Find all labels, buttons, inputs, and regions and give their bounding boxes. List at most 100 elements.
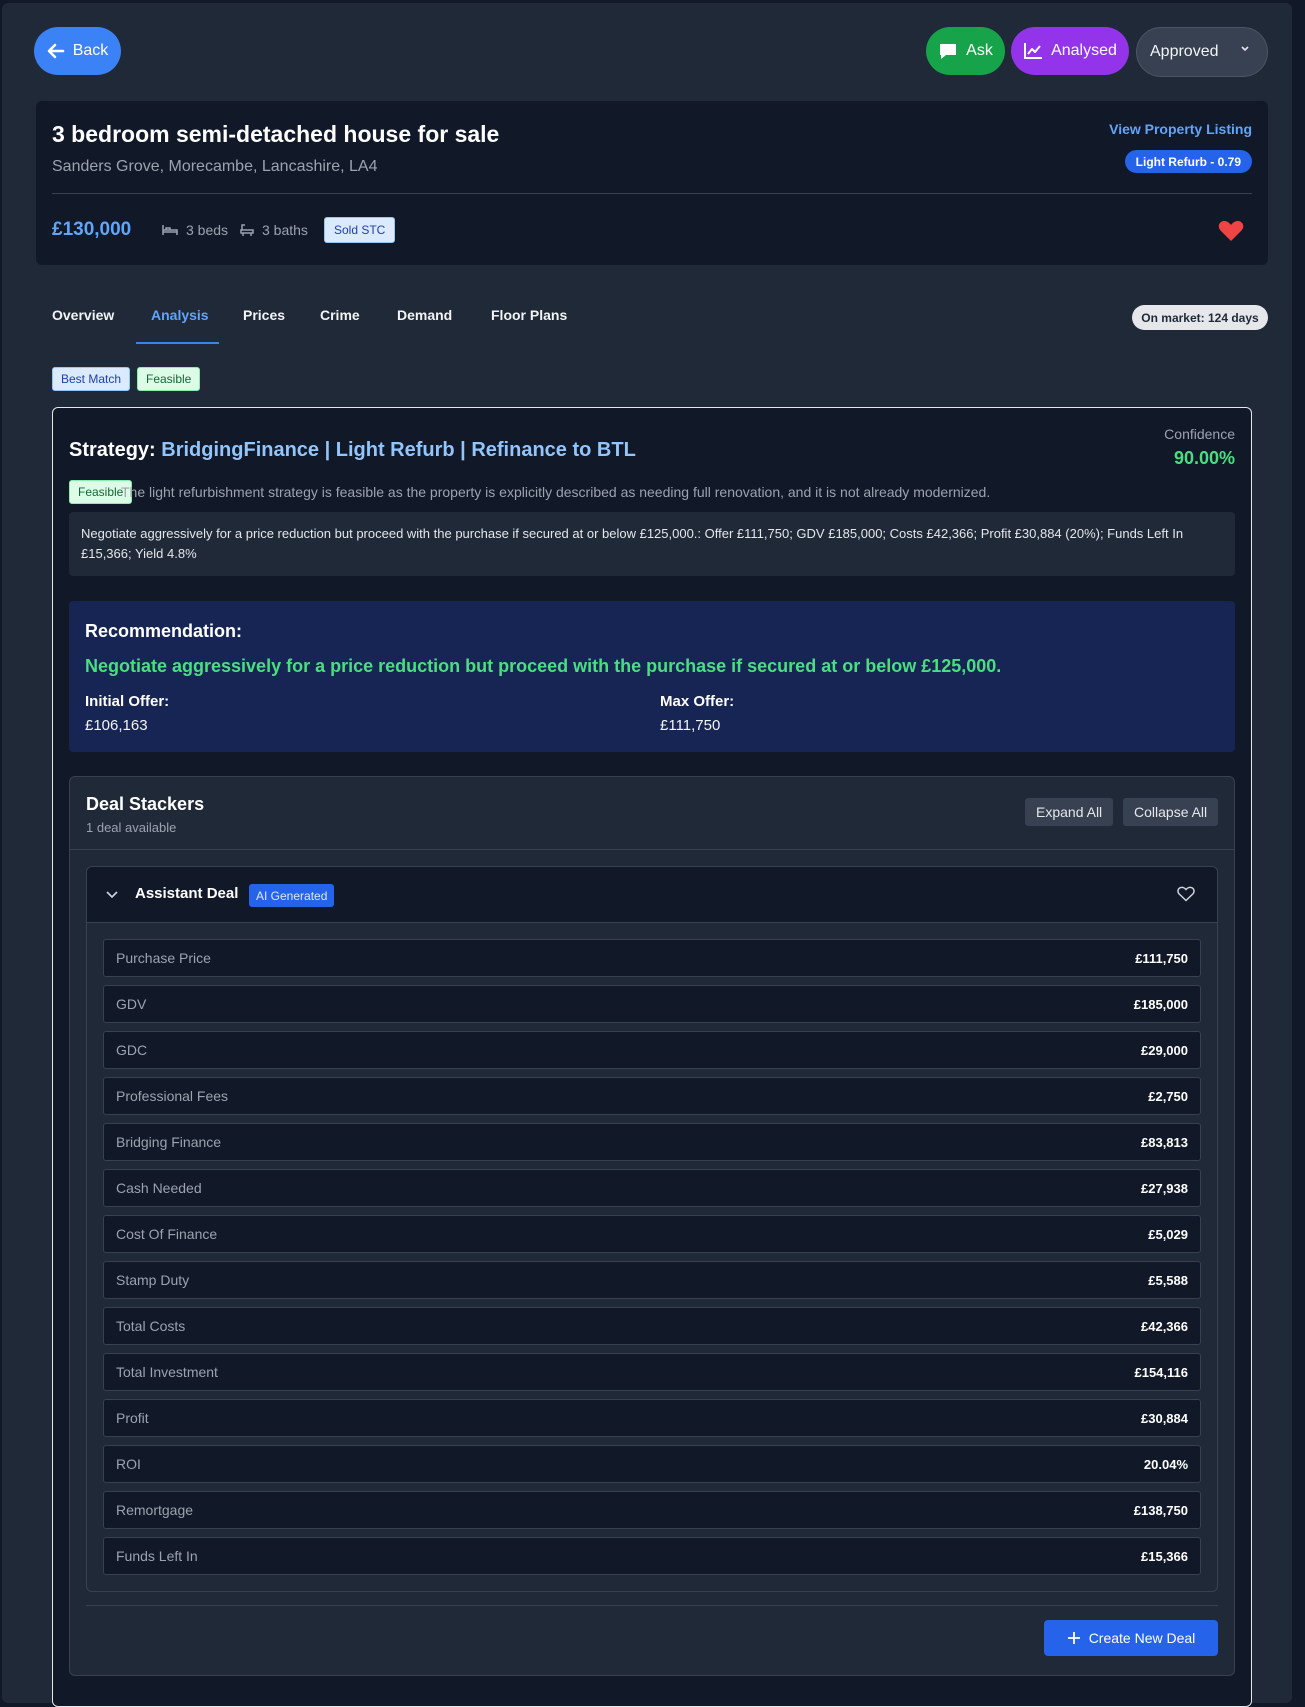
max-offer-label: Max Offer: <box>660 693 735 710</box>
deal-row: GDV £185,000 <box>103 985 1201 1023</box>
chat-bubble-icon <box>940 44 957 59</box>
deal-row-value: £29,000 <box>1141 1042 1188 1058</box>
deal-row: Purchase Price £111,750 <box>103 939 1201 977</box>
deal-row-value: £138,750 <box>1133 1502 1188 1518</box>
deal-stackers-card: Deal Stackers 1 deal available Expand Al… <box>69 776 1235 1676</box>
recommendation-box: Recommendation: Negotiate aggressively f… <box>69 601 1235 752</box>
deal-row-label: Purchase Price <box>116 950 211 966</box>
tab-floor-plans[interactable]: Floor Plans <box>491 307 567 323</box>
deal-row-value: £154,116 <box>1134 1364 1188 1380</box>
deal-row: Professional Fees £2,750 <box>103 1077 1201 1115</box>
deal-row-value: £111,750 <box>1135 950 1188 966</box>
recommendation-text: Negotiate aggressively for a price reduc… <box>85 656 1002 676</box>
assistant-deal-header[interactable]: Assistant Deal AI Generated <box>87 867 1217 923</box>
active-tab-indicator <box>136 342 219 344</box>
sold-stc-badge: Sold STC <box>324 217 396 243</box>
deal-row-value: £30,884 <box>1141 1410 1188 1426</box>
deal-row-value: £5,588 <box>1148 1272 1188 1288</box>
initial-offer-value: £106,163 <box>85 717 148 734</box>
tab-analysis[interactable]: Analysis <box>151 307 209 323</box>
header-divider <box>52 193 1252 194</box>
deal-row: ROI 20.04% <box>103 1445 1201 1483</box>
feasible-text: The light refurbishment strategy is feas… <box>121 484 991 500</box>
heart-icon[interactable] <box>1218 219 1244 243</box>
deal-row-label: ROI <box>116 1456 141 1472</box>
analysis-card: Strategy: BridgingFinance | Light Refurb… <box>52 407 1252 1707</box>
tab-crime[interactable]: Crime <box>320 307 360 323</box>
status-select[interactable]: Approved <box>1136 27 1268 77</box>
deal-row-value: 20.04% <box>1143 1456 1188 1472</box>
property-price: £130,000 <box>52 219 132 240</box>
ask-button[interactable]: Ask <box>926 27 1005 75</box>
back-button[interactable]: Back <box>34 27 121 75</box>
deal-stackers-subtitle: 1 deal available <box>86 820 177 835</box>
view-listing-link[interactable]: View Property Listing <box>1109 121 1252 137</box>
analysed-button[interactable]: Analysed <box>1011 27 1129 75</box>
tab-overview[interactable]: Overview <box>52 307 114 323</box>
deal-row-label: GDC <box>116 1042 148 1058</box>
create-new-deal-button[interactable]: Create New Deal <box>1044 1620 1218 1656</box>
analysed-label: Analysed <box>1051 42 1117 59</box>
deal-row: GDC £29,000 <box>103 1031 1201 1069</box>
collapse-all-button[interactable]: Collapse All <box>1123 798 1219 826</box>
deal-divider <box>70 849 1234 850</box>
arrow-left-icon <box>47 43 65 59</box>
summary-box: Negotiate aggressively for a price reduc… <box>69 512 1235 576</box>
deal-row-value: £185,000 <box>1133 996 1188 1012</box>
tab-demand[interactable]: Demand <box>397 307 452 323</box>
deal-row-label: GDV <box>116 996 147 1012</box>
deal-row-value: £42,366 <box>1141 1318 1188 1334</box>
deal-row-label: Profit <box>116 1410 149 1426</box>
deal-row-value: £27,938 <box>1141 1180 1188 1196</box>
deal-row-label: Bridging Finance <box>116 1134 222 1150</box>
deal-row: Bridging Finance £83,813 <box>103 1123 1201 1161</box>
deal-row-value: £15,366 <box>1141 1548 1188 1564</box>
chevron-down-icon[interactable] <box>105 887 119 901</box>
deal-row: Total Costs £42,366 <box>103 1307 1201 1345</box>
deal-row: Profit £30,884 <box>103 1399 1201 1437</box>
status-value: Approved <box>1150 43 1219 60</box>
bed-icon <box>162 225 178 235</box>
tab-prices[interactable]: Prices <box>243 307 285 323</box>
strategy-value: BridgingFinance | Light Refurb | Refinan… <box>161 439 636 461</box>
property-address: Sanders Grove, Morecambe, Lancashire, LA… <box>52 158 378 175</box>
deal-rows: Purchase Price £111,750 GDV £185,000 GDC £29,… <box>103 939 1201 1583</box>
deal-row-label: Professional Fees <box>116 1088 229 1104</box>
best-match-chip: Best Match <box>52 367 131 391</box>
property-title: 3 bedroom semi-detached house for sale <box>52 121 500 147</box>
confidence-label: Confidence <box>1164 426 1235 442</box>
deal-row: Stamp Duty £5,588 <box>103 1261 1201 1299</box>
deal-stackers-title: Deal Stackers <box>86 794 205 814</box>
bottom-divider <box>86 1605 1218 1606</box>
heart-icon[interactable] <box>1177 886 1195 902</box>
deal-row: Cost Of Finance £5,029 <box>103 1215 1201 1253</box>
strategy-label: Strategy: <box>69 439 156 461</box>
deal-row: Remortgage £138,750 <box>103 1491 1201 1529</box>
deal-row-label: Total Costs <box>116 1318 186 1334</box>
deal-row-value: £5,029 <box>1148 1226 1188 1242</box>
on-market-pill: On market: 124 days <box>1132 305 1268 330</box>
back-label: Back <box>72 42 109 59</box>
deal-row-label: Total Investment <box>116 1364 218 1380</box>
deal-row: Funds Left In £15,366 <box>103 1537 1201 1575</box>
baths-info: 3 baths <box>240 222 308 238</box>
ai-generated-badge: AI Generated <box>249 884 335 907</box>
expand-all-button[interactable]: Expand All <box>1025 798 1114 826</box>
deal-row-value: £83,813 <box>1141 1134 1188 1150</box>
ask-label: Ask <box>966 42 993 59</box>
assistant-deal-title: Assistant Deal <box>135 885 239 902</box>
chevron-down-icon <box>1241 46 1249 52</box>
bath-icon <box>240 224 254 236</box>
create-new-deal-label: Create New Deal <box>1088 1630 1196 1646</box>
deal-row-value: £2,750 <box>1148 1088 1188 1104</box>
feasible-chip: Feasible <box>137 367 201 391</box>
deal-row-label: Funds Left In <box>116 1548 198 1564</box>
deal-row-label: Cost Of Finance <box>116 1226 218 1242</box>
strategy-heading: Strategy: BridgingFinance | Light Refurb… <box>69 439 636 462</box>
beds-info: 3 beds <box>162 222 228 238</box>
deal-row: Total Investment £154,116 <box>103 1353 1201 1391</box>
initial-offer-label: Initial Offer: <box>85 693 170 710</box>
baths-label: 3 baths <box>262 222 308 238</box>
deal-row-label: Cash Needed <box>116 1180 202 1196</box>
recommendation-title: Recommendation: <box>85 621 243 641</box>
